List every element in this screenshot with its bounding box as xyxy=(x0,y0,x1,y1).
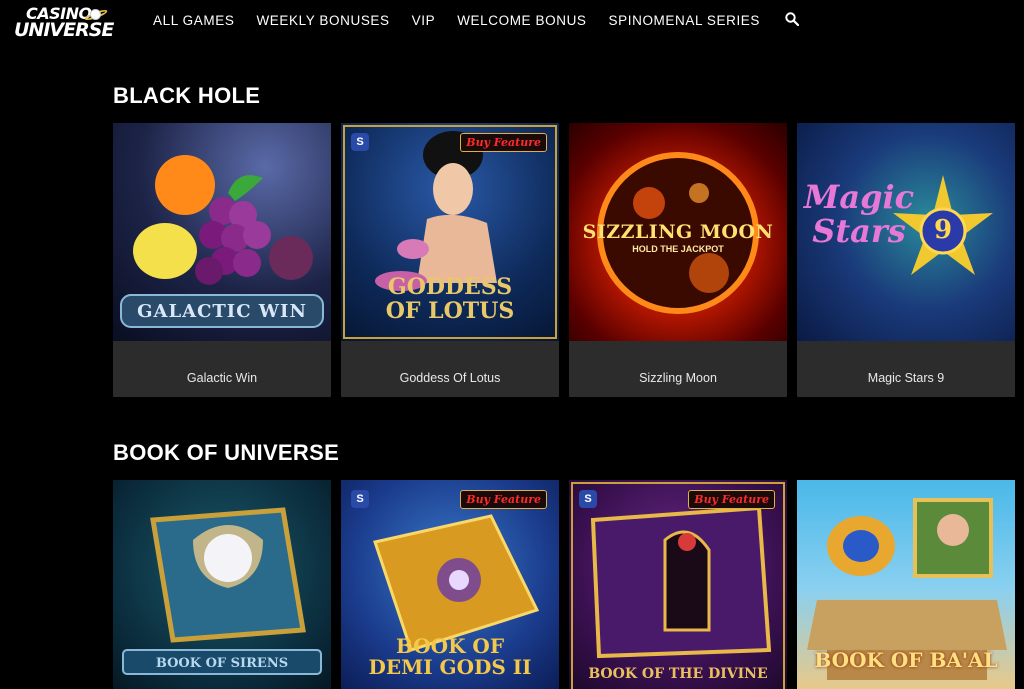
game-art-title: GALACTIC WIN xyxy=(137,301,307,322)
nav-vip[interactable]: VIP xyxy=(412,13,436,28)
game-art-number: 9 xyxy=(933,215,953,245)
site-header: CASINO UNIVERSE ALL GAMES WEEKLY BONUSES… xyxy=(0,0,1024,44)
provider-badge: S xyxy=(351,133,369,151)
game-grid-book-of-universe: BOOK OF SIRENS S Buy Feature BOOK OF DEM… xyxy=(113,480,1015,689)
game-card-galactic-win[interactable]: GALACTIC WIN Galactic Win xyxy=(113,123,331,397)
game-card-book-of-sirens[interactable]: BOOK OF SIRENS xyxy=(113,480,331,689)
game-thumbnail: BOOK OF BA'AL xyxy=(797,480,1015,689)
planet-icon xyxy=(90,9,101,20)
game-art-title: GODDESS OF LOTUS xyxy=(385,274,515,325)
gold-frame xyxy=(571,482,785,689)
game-name: Magic Stars 9 xyxy=(867,371,945,385)
game-thumbnail: Magic Stars 9 xyxy=(797,123,1015,341)
game-thumbnail: S Buy Feature BOOK OF DEMI GODS II xyxy=(341,480,559,689)
nav-weekly-bonuses[interactable]: WEEKLY BONUSES xyxy=(256,13,389,28)
game-grid-black-hole: GALACTIC WIN Galactic Win S Buy Feature … xyxy=(113,123,1015,397)
game-art-title: BOOK OF THE DIVINE xyxy=(588,666,768,682)
game-art-title: BOOK OF SIRENS xyxy=(155,656,289,671)
game-thumbnail: BOOK OF SIRENS xyxy=(113,480,331,689)
section-title-book-of-universe: BOOK OF UNIVERSE xyxy=(113,440,340,465)
game-name: Goddess Of Lotus xyxy=(399,371,501,385)
buy-feature-badge: Buy Feature xyxy=(688,490,775,509)
game-card-book-of-baal[interactable]: BOOK OF BA'AL xyxy=(797,480,1015,689)
game-thumbnail: SIZZLING MOON HOLD THE JACKPOT xyxy=(569,123,787,341)
logo-line-2: UNIVERSE xyxy=(14,19,114,41)
nav-spinomenal-series[interactable]: SPINOMENAL SERIES xyxy=(609,13,761,28)
game-name: Galactic Win xyxy=(186,371,258,385)
game-card-goddess-of-lotus[interactable]: S Buy Feature GODDESS OF LOTUS Goddess O… xyxy=(341,123,559,397)
game-art-title: BOOK OF DEMI GODS II xyxy=(368,634,532,679)
game-art-subtitle: HOLD THE JACKPOT xyxy=(632,244,724,254)
casino-universe-logo[interactable]: CASINO UNIVERSE xyxy=(14,4,114,40)
game-thumbnail: S Buy Feature BOOK OF THE DIVINE xyxy=(569,480,787,689)
game-card-book-of-demi-gods-ii[interactable]: S Buy Feature BOOK OF DEMI GODS II xyxy=(341,480,559,689)
provider-badge: S xyxy=(579,490,597,508)
game-card-book-of-the-divine[interactable]: S Buy Feature BOOK OF THE DIVINE xyxy=(569,480,787,689)
buy-feature-badge: Buy Feature xyxy=(460,133,547,152)
section-title-black-hole: BLACK HOLE xyxy=(113,83,261,108)
game-card-sizzling-moon[interactable]: SIZZLING MOON HOLD THE JACKPOT Sizzling … xyxy=(569,123,787,397)
main-nav: ALL GAMES WEEKLY BONUSES VIP WELCOME BON… xyxy=(153,12,801,28)
game-card-magic-stars-9[interactable]: Magic Stars 9 Magic Stars 9 xyxy=(797,123,1015,397)
search-icon[interactable] xyxy=(785,12,801,28)
game-art-title: BOOK OF BA'AL xyxy=(814,648,998,672)
provider-badge: S xyxy=(351,490,369,508)
game-thumbnail: S Buy Feature GODDESS OF LOTUS xyxy=(341,123,559,341)
game-name: Sizzling Moon xyxy=(639,371,717,385)
nav-all-games[interactable]: ALL GAMES xyxy=(153,13,234,28)
nav-welcome-bonus[interactable]: WELCOME BONUS xyxy=(457,13,586,28)
game-art-title: SIZZLING MOON xyxy=(582,221,774,243)
game-thumbnail: GALACTIC WIN xyxy=(113,123,331,341)
buy-feature-badge: Buy Feature xyxy=(460,490,547,509)
